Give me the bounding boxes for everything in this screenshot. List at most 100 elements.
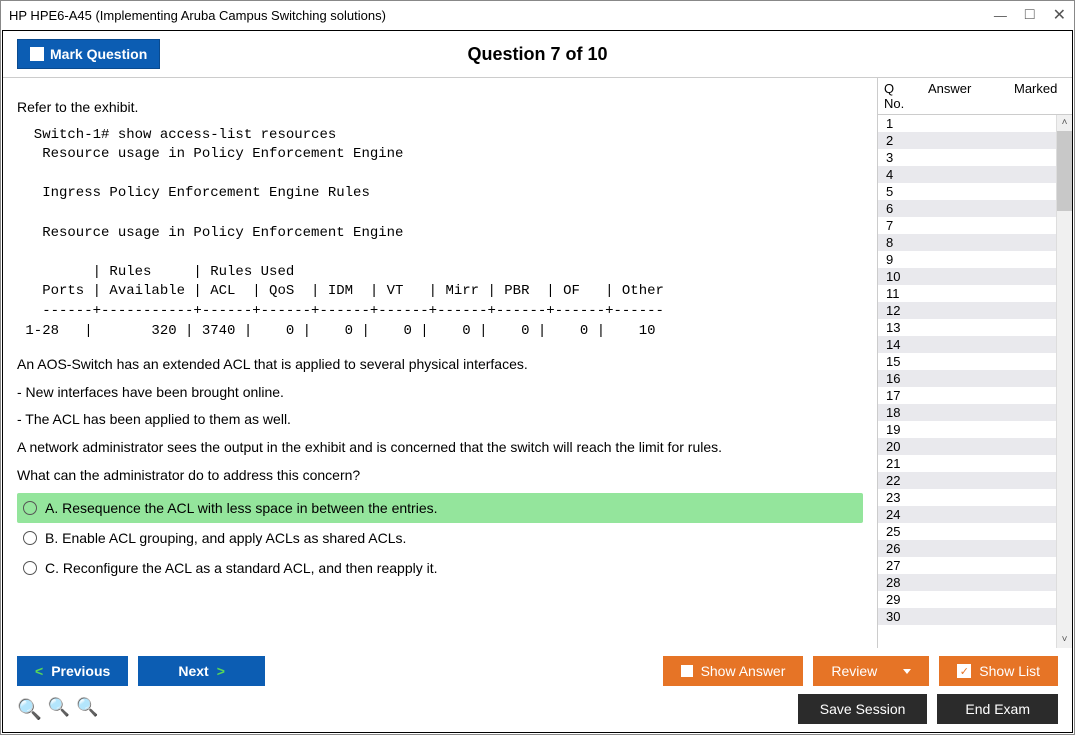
col-qno: Q No. xyxy=(878,78,922,114)
question-list[interactable]: 1234567891011121314151617181920212223242… xyxy=(878,115,1072,648)
end-exam-button[interactable]: End Exam xyxy=(937,694,1058,724)
list-item[interactable]: 19 xyxy=(878,421,1072,438)
list-item[interactable]: 26 xyxy=(878,540,1072,557)
list-item-qno: 20 xyxy=(878,439,922,454)
question-pane[interactable]: Refer to the exhibit. Switch-1# show acc… xyxy=(3,78,877,648)
list-item-qno: 6 xyxy=(878,201,922,216)
zoom-reset-icon[interactable]: 🔍 xyxy=(17,697,42,722)
list-item-qno: 27 xyxy=(878,558,922,573)
titlebar: HP HPE6-A45 (Implementing Aruba Campus S… xyxy=(1,1,1074,29)
question-body-4: A network administrator sees the output … xyxy=(17,438,863,458)
list-item[interactable]: 5 xyxy=(878,183,1072,200)
list-item-qno: 2 xyxy=(878,133,922,148)
save-session-button[interactable]: Save Session xyxy=(798,694,928,724)
option-a-label: A. Resequence the ACL with less space in… xyxy=(45,500,438,516)
list-item[interactable]: 1 xyxy=(878,115,1072,132)
question-body-1: An AOS-Switch has an extended ACL that i… xyxy=(17,355,863,375)
app-window: HP HPE6-A45 (Implementing Aruba Campus S… xyxy=(0,0,1075,735)
mark-question-button[interactable]: Mark Question xyxy=(17,39,160,69)
list-item-qno: 3 xyxy=(878,150,922,165)
scroll-up-icon[interactable]: ˄ xyxy=(1057,115,1072,131)
main-area: Refer to the exhibit. Switch-1# show acc… xyxy=(3,77,1072,648)
option-b-label: B. Enable ACL grouping, and apply ACLs a… xyxy=(45,530,406,546)
question-counter: Question 7 of 10 xyxy=(467,44,607,65)
list-item[interactable]: 2 xyxy=(878,132,1072,149)
list-item-qno: 15 xyxy=(878,354,922,369)
list-item-qno: 21 xyxy=(878,456,922,471)
scroll-thumb[interactable] xyxy=(1057,131,1072,211)
list-item-qno: 9 xyxy=(878,252,922,267)
question-intro: Refer to the exhibit. xyxy=(17,98,863,118)
zoom-out-icon[interactable]: 🔍 xyxy=(76,697,98,722)
list-item[interactable]: 7 xyxy=(878,217,1072,234)
list-item[interactable]: 11 xyxy=(878,285,1072,302)
list-item[interactable]: 22 xyxy=(878,472,1072,489)
list-item[interactable]: 6 xyxy=(878,200,1072,217)
list-item-qno: 18 xyxy=(878,405,922,420)
show-answer-button[interactable]: Show Answer xyxy=(663,656,804,686)
list-item-qno: 23 xyxy=(878,490,922,505)
previous-label: Previous xyxy=(51,663,110,679)
list-item-qno: 12 xyxy=(878,303,922,318)
header-row: Mark Question Question 7 of 10 xyxy=(3,31,1072,77)
list-item[interactable]: 3 xyxy=(878,149,1072,166)
list-item-qno: 17 xyxy=(878,388,922,403)
list-item[interactable]: 14 xyxy=(878,336,1072,353)
question-text: Refer to the exhibit. Switch-1# show acc… xyxy=(17,98,863,485)
zoom-controls: 🔍 🔍 🔍 xyxy=(17,697,99,722)
option-c[interactable]: C. Reconfigure the ACL as a standard ACL… xyxy=(17,553,863,583)
save-session-label: Save Session xyxy=(820,701,906,717)
close-icon[interactable]: ✕ xyxy=(1053,5,1066,25)
list-item[interactable]: 28 xyxy=(878,574,1072,591)
option-a[interactable]: A. Resequence the ACL with less space in… xyxy=(17,493,863,523)
list-item[interactable]: 23 xyxy=(878,489,1072,506)
review-button[interactable]: Review xyxy=(813,656,929,686)
content-frame: Mark Question Question 7 of 10 Refer to … xyxy=(2,30,1073,733)
list-item-qno: 1 xyxy=(878,116,922,131)
scrollbar[interactable]: ˄ ˅ xyxy=(1056,115,1072,648)
exhibit-output: Switch-1# show access-list resources Res… xyxy=(17,126,863,342)
chevron-right-icon: > xyxy=(217,663,225,679)
question-body-3: - The ACL has been applied to them as we… xyxy=(17,410,863,430)
list-item[interactable]: 24 xyxy=(878,506,1072,523)
list-item-qno: 11 xyxy=(878,286,922,301)
list-item[interactable]: 17 xyxy=(878,387,1072,404)
question-list-pane: Q No. Answer Marked 12345678910111213141… xyxy=(877,78,1072,648)
list-item-qno: 30 xyxy=(878,609,922,624)
col-answer: Answer xyxy=(922,78,1008,114)
list-item-qno: 16 xyxy=(878,371,922,386)
list-item[interactable]: 30 xyxy=(878,608,1072,625)
list-item[interactable]: 4 xyxy=(878,166,1072,183)
list-item[interactable]: 20 xyxy=(878,438,1072,455)
minimize-icon[interactable]: — xyxy=(994,8,1007,23)
options-list: A. Resequence the ACL with less space in… xyxy=(17,493,863,583)
list-item[interactable]: 13 xyxy=(878,319,1072,336)
question-body-5: What can the administrator do to address… xyxy=(17,466,863,486)
list-item-qno: 10 xyxy=(878,269,922,284)
list-item-qno: 4 xyxy=(878,167,922,182)
scroll-down-icon[interactable]: ˅ xyxy=(1057,632,1072,648)
show-answer-label: Show Answer xyxy=(701,663,786,679)
list-item[interactable]: 16 xyxy=(878,370,1072,387)
zoom-in-icon[interactable]: 🔍 xyxy=(48,697,70,722)
next-button[interactable]: Next > xyxy=(138,656,265,686)
list-item[interactable]: 8 xyxy=(878,234,1072,251)
list-item[interactable]: 10 xyxy=(878,268,1072,285)
list-item[interactable]: 21 xyxy=(878,455,1072,472)
list-item[interactable]: 29 xyxy=(878,591,1072,608)
previous-button[interactable]: < Previous xyxy=(17,656,128,686)
list-item[interactable]: 25 xyxy=(878,523,1072,540)
option-b[interactable]: B. Enable ACL grouping, and apply ACLs a… xyxy=(17,523,863,553)
list-item[interactable]: 27 xyxy=(878,557,1072,574)
maximize-icon[interactable]: □ xyxy=(1025,6,1035,24)
list-item[interactable]: 9 xyxy=(878,251,1072,268)
list-item[interactable]: 18 xyxy=(878,404,1072,421)
list-item[interactable]: 12 xyxy=(878,302,1072,319)
list-item[interactable]: 15 xyxy=(878,353,1072,370)
show-list-button[interactable]: ✓ Show List xyxy=(939,656,1058,686)
review-label: Review xyxy=(831,663,877,679)
question-list-header: Q No. Answer Marked xyxy=(878,78,1072,115)
list-item-qno: 5 xyxy=(878,184,922,199)
list-item-qno: 26 xyxy=(878,541,922,556)
next-label: Next xyxy=(178,663,208,679)
